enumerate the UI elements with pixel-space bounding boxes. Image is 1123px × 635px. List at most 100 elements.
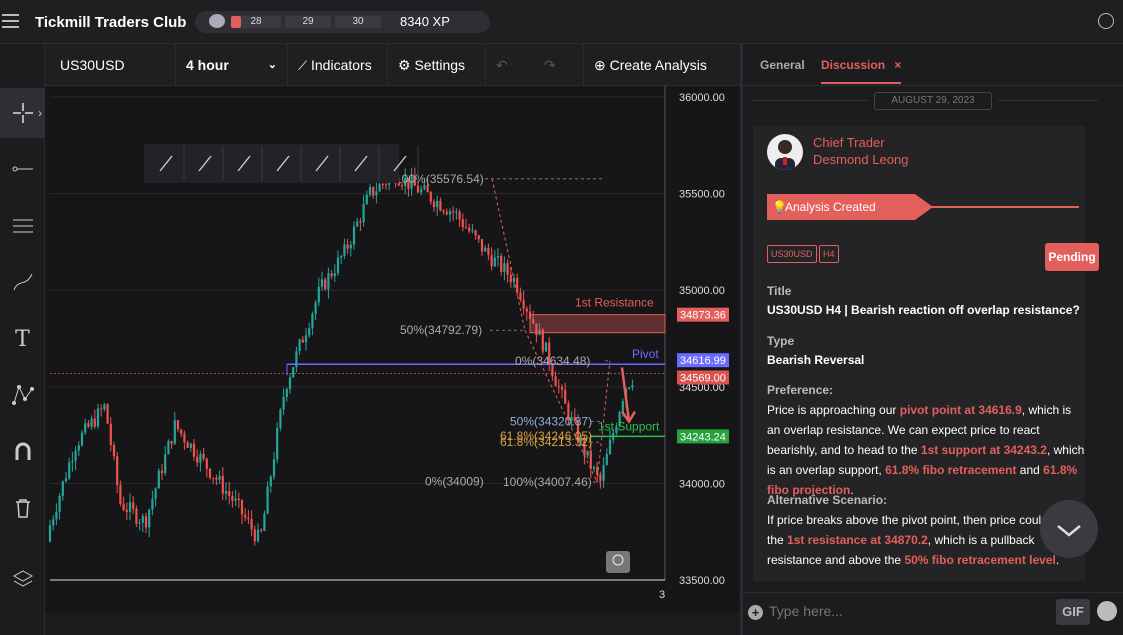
candle-body	[279, 409, 282, 428]
candle-body	[141, 516, 144, 523]
chart-canvas[interactable]: 36000.0035500.0035000.0034500.0034000.00…	[45, 86, 740, 613]
candle-body	[311, 313, 314, 329]
candle-body	[52, 519, 55, 526]
candle-body	[461, 219, 464, 228]
candle-body	[128, 502, 132, 512]
settings-button[interactable]: ⚙ Settings	[388, 44, 486, 86]
candle-body	[160, 470, 164, 474]
price-chart[interactable]: 36000.00 35500.00 35000.00 34500.00 34000.00…	[45, 86, 740, 613]
layers-icon[interactable]	[0, 554, 45, 604]
candle-body	[151, 498, 154, 510]
attach-plus-icon[interactable]: +	[748, 605, 763, 620]
candle-body	[346, 244, 349, 249]
candle-body	[378, 184, 381, 192]
gif-button[interactable]: GIF	[1056, 599, 1090, 625]
scroll-down-button[interactable]	[1040, 500, 1098, 558]
candle-body	[132, 502, 135, 509]
xp-level-segment: 28	[231, 16, 281, 28]
text-icon[interactable]: T	[0, 314, 45, 364]
candle-body	[608, 439, 612, 454]
candle-body	[208, 468, 212, 478]
candle-body	[154, 488, 157, 499]
y-tick-label: 34000.00	[679, 478, 725, 490]
candle-body	[308, 328, 311, 336]
candle-body	[500, 256, 503, 272]
message-input[interactable]	[769, 603, 1049, 619]
xp-level-segment: 30	[335, 16, 381, 28]
fib-retracement-icon[interactable]	[0, 201, 45, 251]
candle-body	[282, 396, 285, 410]
candle-body	[330, 273, 333, 277]
candle-body	[493, 257, 496, 267]
tab-general[interactable]: General	[760, 58, 805, 72]
line-icon[interactable]	[0, 144, 45, 194]
date-badge: AUGUST 29, 2023	[874, 92, 992, 110]
candle-body	[100, 408, 103, 410]
timeframe-dropdown[interactable]: 4 hour ⌄	[176, 44, 288, 86]
banner-line	[929, 206, 1079, 208]
y-tick-label: 35000.00	[679, 285, 725, 297]
candle-body	[221, 475, 224, 494]
candle-body	[215, 478, 218, 480]
expand-tools-chevron-icon[interactable]: ›	[35, 98, 45, 128]
create-analysis-button[interactable]: ⊕ Create Analysis	[584, 44, 740, 86]
candle-body	[138, 522, 141, 524]
candle-body	[327, 273, 330, 290]
indicators-button[interactable]: ⟋ Indicators	[288, 44, 388, 86]
menu-icon[interactable]	[2, 14, 19, 28]
highlight-text: 61.8% fibo retracement	[885, 463, 1017, 477]
pattern-icon[interactable]	[0, 370, 45, 420]
author-block: Chief Trader Desmond Leong	[813, 134, 908, 168]
indicators-label: Indicators	[311, 57, 372, 73]
close-icon[interactable]: ×	[894, 58, 901, 72]
candle-body	[474, 230, 477, 236]
trash-icon[interactable]	[0, 483, 45, 533]
candle-body	[122, 503, 125, 511]
author-name[interactable]: Desmond Leong	[813, 151, 908, 168]
candle-body	[196, 456, 199, 463]
brush-icon[interactable]	[0, 257, 45, 307]
candle-body	[509, 274, 512, 283]
alternative-text: If price breaks above the pivot point, t…	[767, 510, 1087, 570]
symbol-selector[interactable]: US30USD	[45, 44, 176, 86]
candle-body	[103, 404, 106, 410]
candle-body	[423, 185, 426, 189]
candle-body	[237, 498, 240, 501]
candle-body	[359, 221, 362, 223]
emoji-icon[interactable]	[1097, 601, 1117, 621]
chart-footer	[45, 613, 740, 635]
tab-discussion[interactable]: Discussion ×	[821, 58, 902, 84]
candle-body	[416, 185, 420, 193]
candle-body	[263, 513, 266, 531]
panel-tabs: General Discussion ×	[743, 44, 1123, 86]
fib-level-label: 100%(34007.46)	[503, 475, 592, 489]
undo-button[interactable]: ↶	[486, 44, 534, 86]
candle-body	[317, 286, 320, 303]
candle-body	[87, 423, 90, 427]
alternative-label: Alternative Scenario:	[767, 493, 888, 507]
xp-level-label: 29	[302, 16, 314, 27]
globe-icon[interactable]	[1098, 13, 1114, 29]
message-input-bar: + GIF	[743, 592, 1123, 635]
app-brand: Tickmill Traders Club	[35, 14, 187, 31]
analysis-card: Chief Trader Desmond Leong 💡 Analysis Cr…	[753, 126, 1099, 581]
candle-body	[420, 188, 423, 193]
candle-body	[599, 474, 602, 481]
xp-level-segment: 29	[285, 16, 331, 28]
redo-icon: ↷	[544, 57, 556, 73]
resistance-zone	[529, 314, 666, 334]
candle-body	[554, 376, 557, 386]
fib-level-label: 0%(34634.48)	[515, 354, 590, 368]
resistance-label: 1st Resistance	[575, 296, 654, 310]
candle-body	[218, 475, 221, 480]
candle-body	[180, 429, 183, 434]
analysis-panel: General Discussion × AUGUST 29, 2023 Chi…	[743, 44, 1123, 635]
candle-body	[314, 302, 317, 314]
magnet-icon[interactable]	[0, 427, 45, 477]
price-tag-label: 34569.00	[680, 372, 726, 384]
title-label: Title	[767, 284, 792, 298]
redo-button[interactable]: ↷	[534, 44, 584, 86]
pivot-label: Pivot	[632, 347, 659, 361]
undo-icon: ↶	[496, 57, 508, 73]
y-tick-label: 35500.00	[679, 189, 725, 201]
